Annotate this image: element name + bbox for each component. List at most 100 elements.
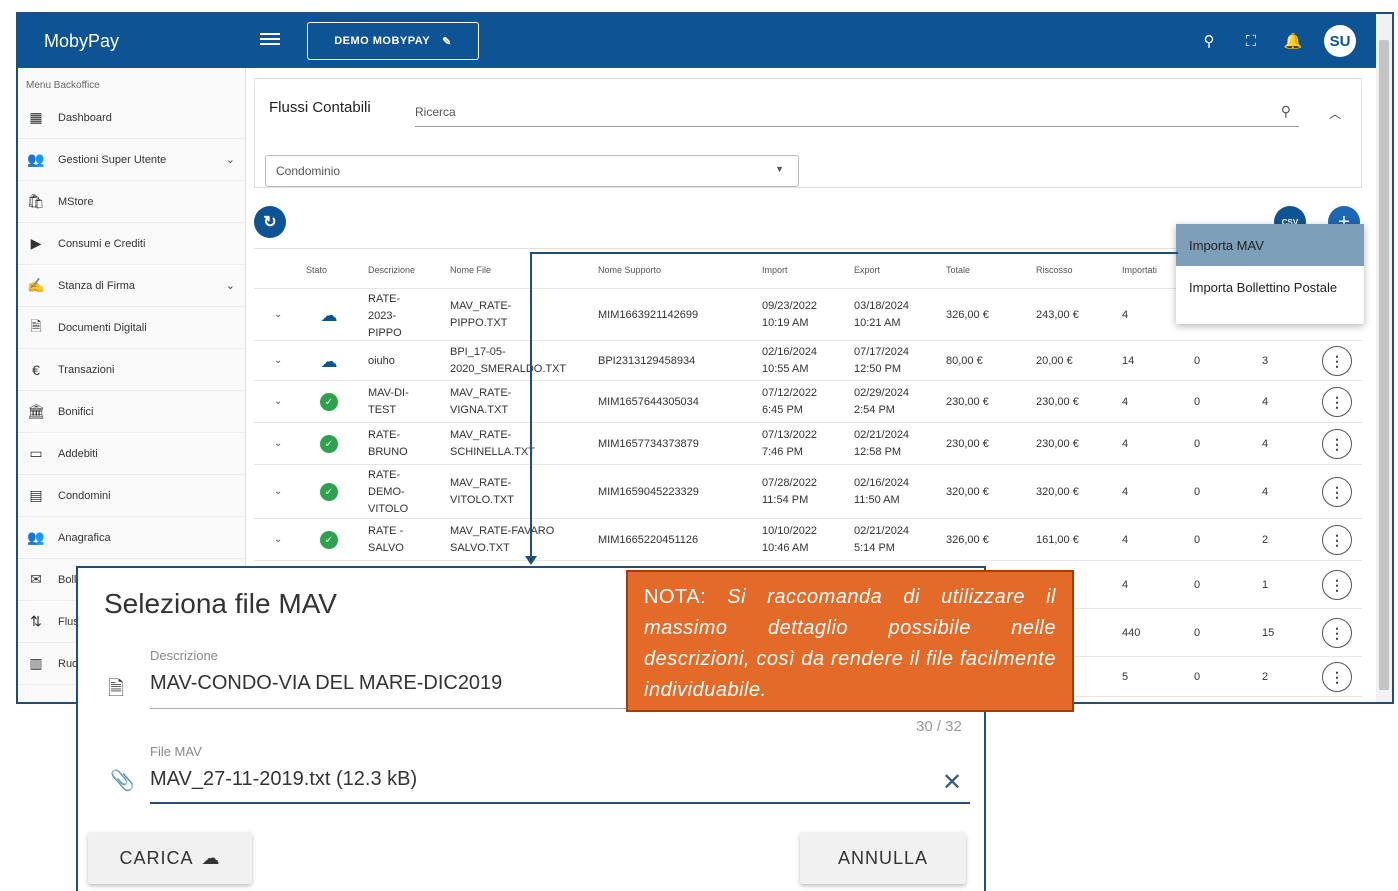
more-actions-icon[interactable]: ⋮ <box>1322 570 1352 600</box>
chevron-down-icon[interactable]: ⌄ <box>226 153 235 166</box>
expand-row-icon[interactable]: ⌄ <box>274 393 282 410</box>
cell-col2: 0 <box>1194 626 1201 639</box>
column-header: Nome File <box>450 265 492 275</box>
cell-importati: 4 <box>1122 578 1129 591</box>
scrollbar-thumb[interactable] <box>1379 40 1389 690</box>
cell-importati: 4 <box>1122 437 1129 450</box>
expand-row-icon[interactable]: ⌄ <box>274 531 282 548</box>
sidebar-item-1[interactable]: 👥 Gestioni Super Utente ⌄ <box>18 139 245 181</box>
menu-item-importa-mav[interactable]: Importa MAV <box>1176 224 1364 266</box>
filter-card: Flussi Contabili Ricerca ⚲ ︿ Condominio … <box>254 78 1362 188</box>
cancel-label: ANNULLA <box>837 847 929 868</box>
fullscreen-icon[interactable]: ⛶ <box>1240 33 1262 50</box>
sidebar-item-2[interactable]: 🛍 MStore <box>18 181 245 223</box>
cell-col3: 2 <box>1262 533 1269 546</box>
cell-col3: 3 <box>1262 354 1269 367</box>
sidebar-item-label: Dashboard <box>58 111 112 124</box>
check-icon: ✓ <box>320 531 338 549</box>
more-actions-icon[interactable]: ⋮ <box>1322 525 1352 555</box>
cell-col3: 4 <box>1262 485 1269 498</box>
cell-supporto: MIM1657734373879 <box>598 437 699 450</box>
search-input[interactable]: Ricerca ⚲ <box>415 99 1299 127</box>
building-icon: ▤ <box>29 487 43 503</box>
expand-row-icon[interactable]: ⌄ <box>274 483 282 500</box>
more-actions-icon[interactable]: ⋮ <box>1322 346 1352 376</box>
cell-importati: 4 <box>1122 308 1129 321</box>
card-icon: ▭ <box>29 445 43 461</box>
cell-riscosso: 243,00 € <box>1036 308 1079 321</box>
expand-row-icon[interactable]: ⌄ <box>274 352 282 369</box>
descrizione-label: Descrizione <box>150 648 218 663</box>
chevron-down-icon[interactable]: ⌄ <box>226 279 235 292</box>
cell-nome-file: MAV_RATE-FAVARO SALVO.TXT <box>450 525 555 554</box>
cell-import: 07/13/2022 7:46 PM <box>762 429 818 458</box>
cell-totale: 230,00 € <box>946 395 989 408</box>
upload-button[interactable]: CARICA ☁ <box>88 832 252 884</box>
brand-logo: MobyPay <box>44 31 120 51</box>
cell-export: 07/17/2024 12:50 PM <box>854 346 910 375</box>
callout-arrow <box>525 556 537 565</box>
descrizione-input[interactable]: MAV-CONDO-VIA DEL MARE-DIC2019 <box>150 672 502 695</box>
cloud-upload-icon: ☁ <box>201 847 221 868</box>
cell-col2: 0 <box>1194 354 1201 367</box>
file-mav-input[interactable]: MAV_27-11-2019.txt (12.3 kB) <box>150 768 417 791</box>
cell-export: 02/16/2024 11:50 AM <box>854 477 910 506</box>
refresh-button[interactable]: ↻ <box>254 206 286 238</box>
cell-import: 07/28/2022 11:54 PM <box>762 477 818 506</box>
environment-button[interactable]: DEMO MOBYPAY ✎ <box>307 22 479 60</box>
sidebar-item-4[interactable]: ✍ Stanza di Firma ⌄ <box>18 265 245 307</box>
table-row: ⌄ ✓ RATE- DEMO- VITOLO MAV_RATE- VITOLO.TXT… <box>254 465 1362 519</box>
more-actions-icon[interactable]: ⋮ <box>1322 477 1352 507</box>
sidebar-item-5[interactable]: 🗎 Documenti Digitali <box>18 307 245 349</box>
cell-nome-file: BPI_17-05- 2020_SMERALDO.TXT <box>450 346 567 375</box>
sidebar-item-7[interactable]: 🏛 Bonifici <box>18 391 245 433</box>
expand-row-icon[interactable]: ⌄ <box>274 306 282 323</box>
more-actions-icon[interactable]: ⋮ <box>1322 429 1352 459</box>
refresh-icon: ↻ <box>263 214 277 231</box>
sidebar-item-3[interactable]: ▶ Consumi e Crediti <box>18 223 245 265</box>
sidebar-item-label: Transazioni <box>58 363 115 376</box>
table-row: ⌄ ✓ MAV-DI- TEST MAV_RATE- VIGNA.TXT MIM1657… <box>254 381 1362 423</box>
screenshot-stage: MobyPay DEMO MOBYPAY ✎ ⚲ ⛶ 🔔 SU Menu Bac… <box>0 0 1398 891</box>
sidebar-item-0[interactable]: ▦ Dashboard <box>18 97 245 139</box>
check-icon: ✓ <box>320 393 338 411</box>
cancel-button[interactable]: ANNULLA <box>800 832 966 884</box>
barcode-icon: ▥ <box>29 655 43 671</box>
cell-riscosso: 161,00 € <box>1036 533 1079 546</box>
cell-supporto: MIM1657644305034 <box>598 395 699 408</box>
bell-icon[interactable]: 🔔 <box>1282 32 1304 50</box>
menu-icon[interactable] <box>260 30 280 50</box>
sidebar-item-label: Consumi e Crediti <box>58 237 146 250</box>
play-circle-icon: ▶ <box>30 235 42 251</box>
super-user-icon: 👥 <box>27 151 45 167</box>
expand-row-icon[interactable]: ⌄ <box>274 435 282 452</box>
more-actions-icon[interactable]: ⋮ <box>1322 662 1352 692</box>
close-icon[interactable]: ✕ <box>942 768 962 797</box>
chevron-up-icon[interactable]: ︿ <box>1329 105 1341 122</box>
more-actions-icon[interactable]: ⋮ <box>1322 387 1352 417</box>
dialog-title: Seleziona file MAV <box>104 588 337 619</box>
search-icon[interactable]: ⚲ <box>1281 103 1291 120</box>
cell-supporto: MIM1659045223329 <box>598 485 699 498</box>
cell-descrizione: RATE- BRUNO <box>368 429 408 458</box>
paperclip-icon[interactable]: 📎 <box>110 768 135 793</box>
cell-riscosso: 320,00 € <box>1036 485 1079 498</box>
column-header: Stato <box>306 265 328 275</box>
condominio-select[interactable]: Condominio ▼ <box>265 155 799 187</box>
avatar[interactable]: SU <box>1324 25 1356 57</box>
dropdown-arrow-icon: ▼ <box>775 164 784 174</box>
more-actions-icon[interactable]: ⋮ <box>1322 618 1352 648</box>
search-icon[interactable]: ⚲ <box>1198 32 1220 50</box>
cell-import: 07/12/2022 6:45 PM <box>762 387 818 416</box>
sidebar-item-9[interactable]: ▤ Condomini <box>18 475 245 517</box>
mail-icon: ✉ <box>30 571 42 587</box>
sidebar-item-10[interactable]: 👥 Anagrafica <box>18 517 245 559</box>
page-scrollbar[interactable] <box>1376 14 1392 702</box>
cell-supporto: MIM1665220451126 <box>598 533 699 546</box>
top-app-bar: MobyPay DEMO MOBYPAY ✎ ⚲ ⛶ 🔔 SU <box>18 14 1378 68</box>
sidebar-item-8[interactable]: ▭ Addebiti <box>18 433 245 475</box>
menu-item-importa-bollettino[interactable]: Importa Bollettino Postale <box>1176 266 1364 308</box>
sidebar-item-6[interactable]: € Transazioni <box>18 349 245 391</box>
cell-col2: 0 <box>1194 395 1201 408</box>
cell-export: 02/29/2024 2:54 PM <box>854 387 910 416</box>
